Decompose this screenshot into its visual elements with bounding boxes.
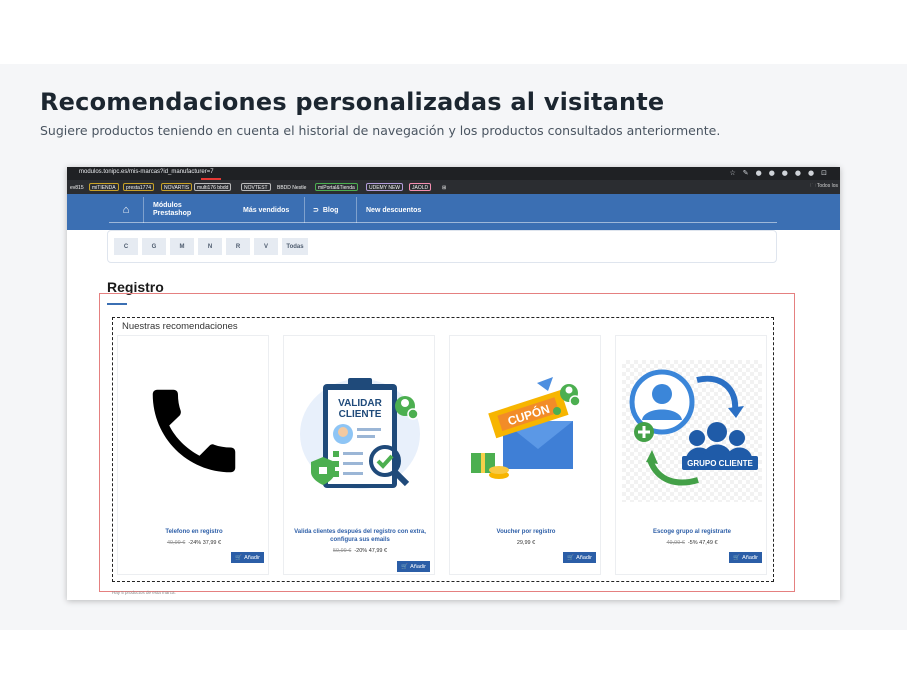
products-count: Hay 5 productos de esta marca. (112, 590, 176, 595)
letter-filter: C G M N R V Todas (107, 230, 777, 263)
phone-icon (152, 389, 236, 473)
grupo-cliente-image[interactable]: GRUPO CLIENTE (622, 360, 762, 502)
validar-cliente-image[interactable]: VALIDAR CLIENTE (290, 360, 430, 502)
browser-toolbar: modulos.tonipc.es/mis-marcas?id_manufact… (67, 167, 840, 180)
nav-prestashop-label: Prestashop (153, 210, 192, 217)
bookmark[interactable]: miTIENDA (89, 183, 119, 191)
old-price: 49,99 € (666, 540, 685, 546)
old-price: 59,99 € (332, 548, 352, 554)
add-to-cart-label: Añadir (742, 554, 758, 561)
address-bar[interactable]: modulos.tonipc.es/mis-marcas?id_manufact… (79, 169, 214, 175)
bookmark[interactable]: presta1774 (123, 183, 155, 191)
bookmark[interactable]: BBDD Nestle (274, 183, 309, 191)
nav-modulos-prestashop[interactable]: Módulos Prestashop (153, 197, 191, 223)
nav-mas-vendidos[interactable]: Más vendidos (243, 197, 289, 223)
rss-icon: ⊃ (313, 207, 319, 214)
section-title: Recomendaciones personalizadas al visita… (40, 88, 665, 116)
product-name[interactable]: Escoge grupo al registrarte (620, 528, 764, 536)
discount: -20% (354, 548, 368, 554)
product-price: 59,99 € -20% 47,99 € (284, 548, 436, 554)
discount: -24% (188, 540, 202, 546)
cart-icon: 🛒 (401, 563, 409, 570)
cart-icon: 🛒 (733, 554, 741, 561)
filter-letter[interactable]: N (198, 238, 222, 255)
product-card[interactable]: CUPÓN Voucher por registro 29,99 € 🛒 Añad… (449, 335, 601, 575)
nav-divider (143, 197, 144, 223)
price: 47,99 € (368, 548, 388, 554)
nav-divider (304, 197, 305, 223)
filter-all[interactable]: Todas (282, 238, 308, 255)
product-price: 49,99 € -24% 37,99 € (118, 540, 270, 546)
bookmarks-bar: ev815 miTIENDA presta1774 NOVARTIS multi… (67, 180, 840, 194)
filter-letter[interactable]: R (226, 238, 250, 255)
svg-text:GRUPO CLIENTE: GRUPO CLIENTE (687, 459, 753, 468)
all-bookmarks-label: Todos los (816, 183, 838, 189)
filter-letter[interactable]: V (254, 238, 278, 255)
product-card[interactable]: VALIDAR CLIENTE Valida clientes después … (283, 335, 435, 575)
all-bookmarks[interactable]: 🗀 Todos los (811, 183, 838, 191)
add-to-cart-button[interactable]: 🛒 Añadir (397, 561, 430, 572)
price: 29,99 € (516, 540, 536, 546)
product-name[interactable]: Valida clientes después del registro con… (288, 528, 432, 544)
site-navbar: ⌂ Módulos Prestashop Más vendidos ⊃ Blog… (67, 194, 840, 230)
product-card[interactable]: GRUPO CLIENTE Escoge grupo al registrart… (615, 335, 767, 575)
extension-icons[interactable]: ☆✎●●●●●⊡ (729, 169, 834, 177)
home-icon[interactable]: ⌂ (117, 197, 135, 223)
bookmark[interactable]: miPortal&Tienda (315, 183, 358, 191)
product-name[interactable]: Telefono en registro (122, 528, 266, 536)
voucher-image[interactable]: CUPÓN (456, 360, 596, 502)
nav-modulos-label: Módulos (153, 202, 182, 209)
filter-letter[interactable]: C (114, 238, 138, 255)
product-card[interactable]: Telefono en registro 49,99 € -24% 37,99 €… (117, 335, 269, 575)
add-to-cart-button[interactable]: 🛒 Añadir (563, 552, 596, 563)
add-to-cart-button[interactable]: 🛒 Añadir (729, 552, 762, 563)
price: 47,49 € (699, 540, 718, 546)
add-to-cart-label: Añadir (410, 563, 426, 570)
product-price: 29,99 € (450, 540, 602, 546)
svg-text:VALIDAR: VALIDAR (338, 398, 382, 409)
bookmark[interactable]: multi176 bbdd (194, 183, 232, 191)
nav-blog[interactable]: ⊃ Blog (313, 197, 338, 223)
svg-text:CLIENTE: CLIENTE (339, 409, 382, 420)
bookmark[interactable]: ev815 (67, 183, 87, 191)
bookmark[interactable]: NOVTEST (241, 183, 271, 191)
bookmark[interactable]: NOVARTIS (161, 183, 193, 191)
nav-divider (356, 197, 357, 223)
filter-letter[interactable]: G (142, 238, 166, 255)
nav-blog-label: Blog (322, 206, 339, 214)
add-to-cart-label: Añadir (244, 554, 260, 561)
phone-image[interactable] (124, 360, 264, 502)
product-name[interactable]: Voucher por registro (454, 528, 598, 536)
add-to-cart-button[interactable]: 🛒 Añadir (231, 552, 264, 563)
cart-icon: 🛒 (567, 554, 575, 561)
product-price: 49,99 € -5% 47,49 € (616, 540, 768, 546)
filter-letter[interactable]: M (170, 238, 194, 255)
cart-icon: 🛒 (235, 554, 243, 561)
section-subtitle: Sugiere productos teniendo en cuenta el … (40, 123, 721, 138)
apps-icon[interactable]: ⊞ (439, 183, 449, 191)
price: 37,99 € (202, 540, 222, 546)
add-to-cart-label: Añadir (576, 554, 592, 561)
embedded-screenshot: modulos.tonipc.es/mis-marcas?id_manufact… (67, 167, 840, 600)
bookmark[interactable]: UDEMY NEW (366, 183, 404, 191)
recommendations-title: Nuestras recomendaciones (122, 321, 238, 332)
discount: -5% (687, 540, 698, 546)
nav-new-descuentos[interactable]: New descuentos (366, 197, 421, 223)
old-price: 49,99 € (166, 540, 186, 546)
bookmark[interactable]: JAOLD (409, 183, 432, 191)
